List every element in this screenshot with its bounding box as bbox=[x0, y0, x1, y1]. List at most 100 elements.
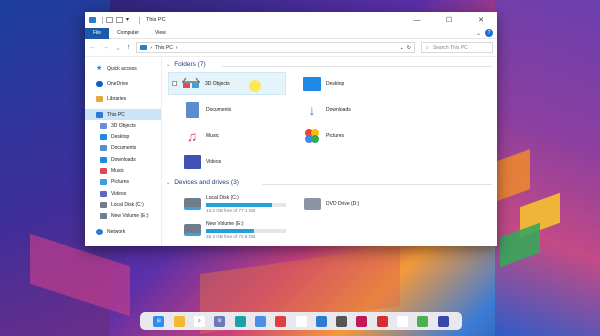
network-icon bbox=[96, 228, 103, 235]
folder-downloads[interactable]: ↓ Downloads bbox=[302, 98, 351, 121]
address-dropdown-button[interactable]: ⌄ bbox=[400, 45, 404, 51]
documents-icon bbox=[100, 145, 107, 152]
properties-icon[interactable] bbox=[106, 17, 113, 23]
sidebar-item-local-disk[interactable]: Local Disk (C:) bbox=[85, 199, 161, 210]
sidebar-item-pictures[interactable]: Pictures bbox=[85, 177, 161, 188]
mouse-cursor-highlight bbox=[249, 80, 261, 92]
recent-locations-button[interactable]: ⌄ bbox=[115, 44, 121, 52]
settings-icon[interactable]: ⚙ bbox=[214, 315, 226, 327]
drive-usage-bar bbox=[206, 228, 286, 233]
sidebar-item-label: Libraries bbox=[107, 96, 127, 103]
tab-file[interactable]: File bbox=[85, 27, 110, 39]
drives-group-title: Devices and drives (3) bbox=[174, 179, 239, 186]
window-controls: — ☐ ✕ bbox=[401, 12, 497, 28]
forward-button[interactable]: → bbox=[102, 44, 109, 51]
app4-icon[interactable] bbox=[437, 315, 449, 327]
folder-music[interactable]: ♫ Music bbox=[182, 124, 219, 147]
photos-icon[interactable] bbox=[254, 315, 266, 327]
pictures-icon bbox=[100, 179, 107, 186]
sidebar-item-quick-access[interactable]: ★ Quick access bbox=[85, 63, 161, 74]
sidebar-item-music[interactable]: Music bbox=[85, 165, 161, 176]
sidebar-item-label: This PC bbox=[107, 111, 125, 118]
drive-label: New Volume (E:) bbox=[206, 221, 244, 227]
sidebar-item-label: Network bbox=[107, 228, 126, 235]
drive-new-volume-e[interactable]: New Volume (E:) 28.3 GB free of 70.9 GB bbox=[182, 218, 286, 242]
app-icon[interactable] bbox=[295, 315, 307, 327]
content-pane: ⌄ Folders (7) 3D Objects Desktop Documen… bbox=[162, 58, 497, 246]
drive-free-space: 14.2 GB free of 77.1 GB bbox=[206, 208, 256, 213]
address-field[interactable]: › This PC › ⌄ ↻ bbox=[136, 42, 415, 53]
search-input[interactable]: ⌕ Search This PC bbox=[421, 42, 493, 53]
media-icon[interactable] bbox=[356, 315, 368, 327]
tab-computer[interactable]: Computer bbox=[109, 28, 147, 39]
search-icon: ⌕ bbox=[426, 44, 429, 51]
start-icon[interactable]: ⊞ bbox=[153, 315, 165, 327]
folder-label: Desktop bbox=[326, 80, 345, 87]
up-button[interactable]: ↑ bbox=[127, 44, 131, 51]
sidebar-item-label: Pictures bbox=[111, 179, 130, 186]
close-button[interactable]: ✕ bbox=[465, 12, 497, 28]
app3-icon[interactable] bbox=[417, 315, 429, 327]
taskbar: ⊞ ⌕ ⚙ bbox=[140, 312, 462, 330]
sidebar-item-libraries[interactable]: Libraries bbox=[85, 94, 161, 105]
drive-usage-bar bbox=[206, 202, 286, 207]
minimize-button[interactable]: — bbox=[401, 12, 433, 28]
sidebar-item-videos[interactable]: Videos bbox=[85, 188, 161, 199]
drives-group-header[interactable]: ⌄ Devices and drives (3) bbox=[166, 179, 239, 186]
breadcrumb-this-pc[interactable]: This PC bbox=[155, 45, 173, 51]
folder-3d-objects[interactable]: 3D Objects bbox=[168, 72, 286, 95]
checkmark-icon[interactable] bbox=[116, 17, 123, 23]
folder-documents[interactable]: Documents bbox=[182, 98, 231, 121]
music-app-icon[interactable] bbox=[397, 315, 409, 327]
tab-view[interactable]: View bbox=[147, 28, 174, 39]
volume-icon bbox=[182, 222, 202, 238]
chevron-down-icon[interactable]: ⌄ bbox=[476, 30, 481, 37]
search-icon[interactable]: ⌕ bbox=[193, 315, 205, 327]
app2-icon[interactable] bbox=[376, 315, 388, 327]
sidebar-item-label: Local Disk (C:) bbox=[111, 201, 144, 208]
camera-icon[interactable] bbox=[336, 315, 348, 327]
files-icon[interactable] bbox=[173, 315, 185, 327]
back-button[interactable]: ← bbox=[89, 44, 96, 51]
drive-usage-fill bbox=[206, 228, 254, 233]
help-button[interactable]: ? bbox=[485, 29, 493, 37]
chevron-down-icon[interactable]: ▾ bbox=[126, 17, 133, 23]
sidebar-item-network[interactable]: Network bbox=[85, 226, 161, 237]
volume-icon bbox=[100, 213, 107, 220]
folder-label: Videos bbox=[206, 158, 222, 165]
folder-pictures[interactable]: Pictures bbox=[302, 124, 344, 147]
refresh-button[interactable]: ↻ bbox=[407, 45, 411, 51]
store-icon[interactable] bbox=[315, 315, 327, 327]
sidebar-item-label: Documents bbox=[111, 145, 137, 152]
title-bar[interactable]: ▾ This PC — ☐ ✕ bbox=[85, 12, 497, 28]
maximize-button[interactable]: ☐ bbox=[433, 12, 465, 28]
downloads-icon: ↓ bbox=[308, 101, 316, 118]
folders-group-header[interactable]: ⌄ Folders (7) bbox=[166, 61, 206, 68]
drive-dvd-d[interactable]: DVD Drive (D:) bbox=[302, 192, 359, 216]
drive-free-space: 28.3 GB free of 70.9 GB bbox=[206, 234, 256, 239]
sidebar-item-3d-objects[interactable]: 3D Objects bbox=[85, 120, 161, 131]
red-app-icon[interactable] bbox=[275, 315, 287, 327]
downloads-icon bbox=[100, 156, 107, 163]
sidebar-item-desktop[interactable]: Desktop bbox=[85, 131, 161, 142]
3d-glasses-icon bbox=[181, 76, 201, 92]
sidebar-item-new-volume[interactable]: New Volume (E:) bbox=[85, 211, 161, 222]
checkbox[interactable] bbox=[172, 81, 177, 86]
sidebar-item-label: Quick access bbox=[107, 65, 137, 72]
window-title: This PC bbox=[146, 17, 166, 23]
sidebar-item-label: Desktop bbox=[111, 134, 130, 141]
computer-icon bbox=[96, 111, 103, 118]
drive-label: DVD Drive (D:) bbox=[326, 201, 360, 207]
sidebar-item-documents[interactable]: Documents bbox=[85, 143, 161, 154]
drive-local-disk-c[interactable]: Local Disk (C:) 14.2 GB free of 77.1 GB bbox=[182, 192, 286, 216]
folder-desktop[interactable]: Desktop bbox=[302, 72, 344, 95]
folder-videos[interactable]: Videos bbox=[182, 150, 221, 173]
sidebar-item-onedrive[interactable]: OneDrive bbox=[85, 78, 161, 89]
computer-icon bbox=[140, 45, 148, 50]
drive-usage-fill bbox=[206, 202, 272, 207]
sidebar-item-this-pc[interactable]: This PC bbox=[85, 108, 161, 121]
sidebar-item-downloads[interactable]: Downloads bbox=[85, 154, 161, 165]
edge-icon[interactable] bbox=[234, 315, 246, 327]
navigation-pane: ★ Quick access OneDrive Libraries This P… bbox=[85, 58, 162, 246]
explorer-body: ★ Quick access OneDrive Libraries This P… bbox=[85, 58, 497, 246]
